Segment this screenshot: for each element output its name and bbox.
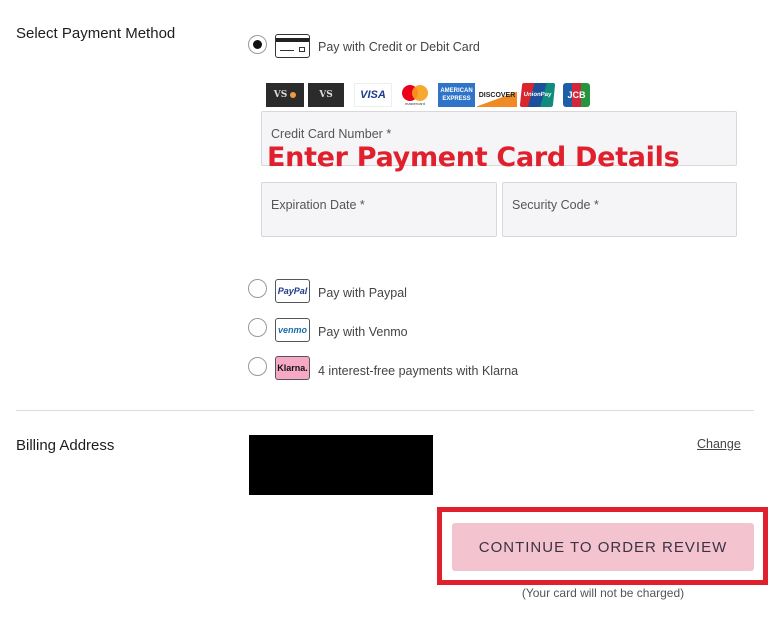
radio-credit-card[interactable]	[248, 35, 267, 54]
discover-logo: DISCOVER	[477, 83, 517, 107]
expiration-date-field[interactable]: Expiration Date *	[261, 182, 497, 237]
mastercard-logo: mastercard	[398, 83, 432, 107]
radio-paypal[interactable]	[248, 279, 267, 298]
security-code-field[interactable]: Security Code *	[502, 182, 737, 237]
visa-logo: VISA	[354, 83, 392, 107]
venmo-icon: venmo	[275, 318, 310, 342]
payment-method-title: Select Payment Method	[16, 25, 176, 42]
amex-logo: AMERICAN EXPRESS	[438, 83, 475, 107]
credit-card-icon	[275, 34, 310, 58]
vs-card-logo: VS	[308, 83, 344, 107]
credit-card-label: Pay with Credit or Debit Card	[318, 40, 480, 54]
redacted-address	[249, 435, 433, 495]
vs-mastercard-logo: VS	[266, 83, 304, 107]
continue-to-order-review-button[interactable]: CONTINUE TO ORDER REVIEW	[452, 523, 754, 571]
expiration-date-label: Expiration Date *	[271, 198, 365, 212]
paypal-icon: PayPal	[275, 279, 310, 303]
section-divider	[16, 410, 754, 411]
paypal-icon-text: PayPal	[277, 286, 308, 296]
change-billing-link[interactable]: Change	[697, 437, 741, 451]
annotation-text: Enter Payment Card Details	[267, 142, 680, 173]
paypal-label: Pay with Paypal	[318, 286, 407, 300]
card-not-charged-note: (Your card will not be charged)	[521, 586, 685, 600]
card-number-label: Credit Card Number *	[271, 127, 392, 141]
klarna-icon: Klarna.	[275, 356, 310, 380]
vs-mastercard-logo-text: VS	[273, 90, 288, 100]
venmo-icon-text: venmo	[277, 325, 307, 335]
radio-venmo[interactable]	[248, 318, 267, 337]
klarna-label: 4 interest-free payments with Klarna	[318, 364, 519, 378]
radio-klarna[interactable]	[248, 357, 267, 376]
venmo-label: Pay with Venmo	[318, 325, 408, 339]
jcb-logo: JCB	[563, 83, 590, 107]
mastercard-dot-icon	[290, 92, 297, 98]
security-code-label: Security Code *	[512, 198, 599, 212]
klarna-icon-text: Klarna.	[277, 363, 308, 373]
billing-address-title: Billing Address	[16, 437, 115, 454]
mastercard-logo-text: mastercard	[404, 100, 425, 106]
unionpay-logo: UnionPay	[519, 83, 556, 107]
